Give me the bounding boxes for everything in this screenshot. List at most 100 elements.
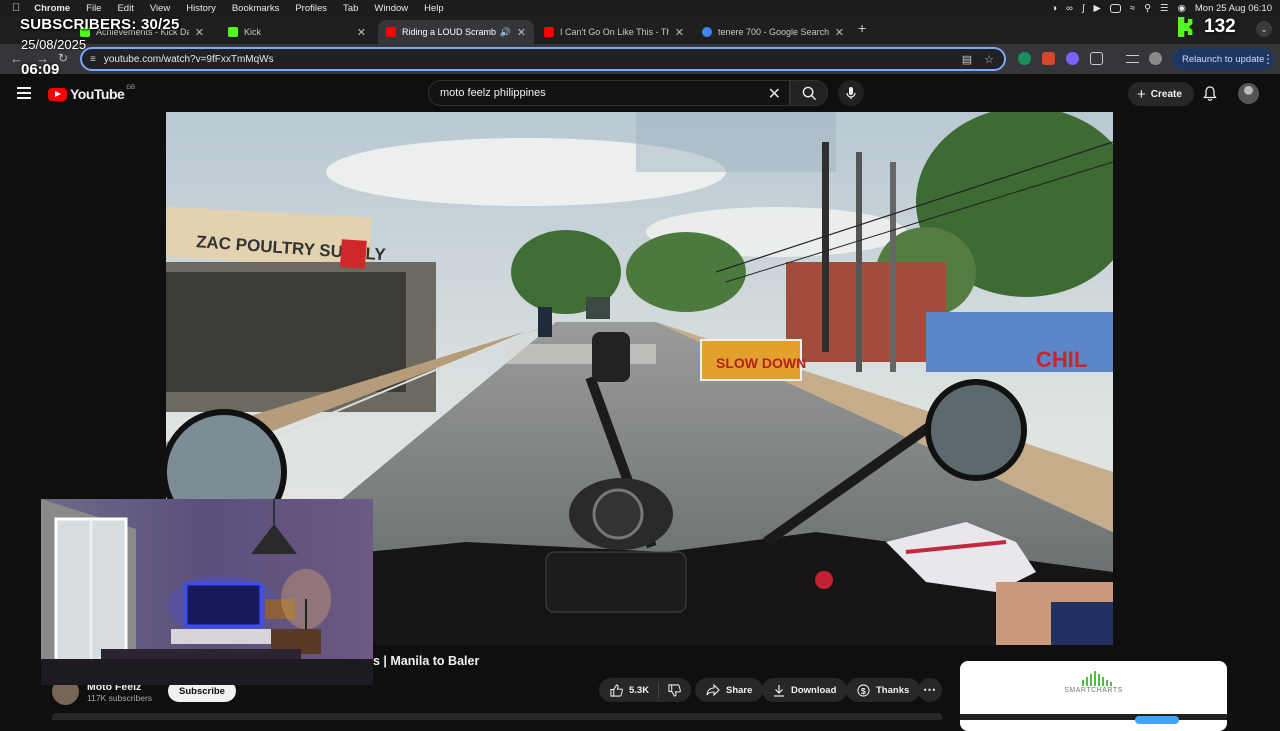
like-count: 5.3K: [629, 684, 650, 696]
thumbs-down-icon: [668, 683, 681, 697]
thanks-label: Thanks: [876, 684, 910, 696]
ad-footer: [960, 714, 1227, 724]
site-info-icon[interactable]: ≡: [90, 54, 96, 65]
thanks-button[interactable]: $ Thanks: [846, 678, 921, 702]
extension-icon[interactable]: [1042, 52, 1055, 65]
tab-close-icon[interactable]: ✕: [357, 26, 366, 39]
bookmark-star-icon[interactable]: ☆: [984, 53, 994, 66]
svg-text:$: $: [861, 685, 866, 695]
microphone-icon: [846, 87, 856, 99]
menu-profiles[interactable]: Profiles: [287, 3, 335, 14]
install-app-icon[interactable]: ▤: [962, 53, 972, 66]
tab-title: I Can't Go On Like This - The: [560, 27, 669, 37]
youtube-favicon-icon: [544, 27, 554, 37]
menu-edit[interactable]: Edit: [109, 3, 141, 14]
download-label: Download: [791, 684, 837, 696]
control-center-icon[interactable]: ☰: [1160, 3, 1169, 14]
date-overlay: 25/08/2025: [21, 37, 87, 52]
tab-close-icon[interactable]: ✕: [675, 26, 684, 39]
tab-strip: Achievements - Kick Dashbo ✕ Kick ✕ Ridi…: [0, 16, 1280, 44]
notifications-bell-icon[interactable]: [1203, 86, 1217, 101]
chrome-menu-icon[interactable]: ⋮: [1262, 52, 1274, 66]
tab-close-icon[interactable]: ✕: [195, 26, 204, 39]
search-box[interactable]: ✕: [428, 80, 790, 106]
voice-search-button[interactable]: [838, 80, 864, 106]
webcam-frame: [41, 499, 373, 685]
new-tab-icon[interactable]: +: [858, 20, 866, 36]
play-icon[interactable]: ▶: [1094, 3, 1101, 14]
url-text[interactable]: youtube.com/watch?v=9fFxxTmMqWs: [104, 54, 962, 65]
like-button[interactable]: 5.3K: [599, 682, 660, 698]
google-favicon-icon: [702, 27, 712, 37]
description-box[interactable]: [52, 713, 942, 720]
speaker-icon[interactable]: 🔊: [500, 27, 511, 38]
tab-riding-scrambler[interactable]: Riding a LOUD Scrambler 🔊 ✕: [378, 20, 534, 44]
menu-bookmarks[interactable]: Bookmarks: [224, 3, 288, 14]
link-icon[interactable]: ∞: [1066, 3, 1073, 14]
share-label: Share: [726, 684, 753, 696]
menu-tab[interactable]: Tab: [335, 3, 366, 14]
menu-file[interactable]: File: [78, 3, 109, 14]
menu-app-name[interactable]: Chrome: [26, 3, 78, 14]
account-avatar[interactable]: [1238, 83, 1259, 104]
extensions-puzzle-icon[interactable]: [1090, 52, 1103, 65]
grammarly-extension-icon[interactable]: [1018, 52, 1031, 65]
share-icon: [706, 684, 720, 696]
tab-kick[interactable]: Kick ✕: [220, 20, 374, 44]
smartcharts-logo-icon: [1082, 671, 1112, 686]
channel-subscriber-count: 117K subscribers: [87, 693, 153, 703]
extension-icon[interactable]: [1066, 52, 1079, 65]
focus-icon[interactable]: ◑: [1051, 3, 1057, 14]
download-icon: [774, 684, 784, 697]
more-dots-icon: ⋯: [923, 682, 937, 697]
wifi-icon[interactable]: ≈: [1130, 3, 1135, 14]
reading-list-icon[interactable]: [1126, 55, 1139, 63]
road-sign-text: SLOW DOWN: [716, 355, 806, 371]
menu-view[interactable]: View: [142, 3, 178, 14]
tab-cant-go-on[interactable]: I Can't Go On Like This - The ✕: [536, 20, 692, 44]
ad-card[interactable]: SMARTCHARTS: [960, 661, 1227, 731]
address-bar[interactable]: ≡ youtube.com/watch?v=9fFxxTmMqWs ▤ ☆: [80, 47, 1006, 71]
bluetooth-icon[interactable]: ∫: [1082, 3, 1085, 14]
tab-close-icon[interactable]: ✕: [517, 26, 526, 39]
spotlight-icon[interactable]: ⚲: [1144, 3, 1151, 14]
relaunch-button[interactable]: Relaunch to update: [1172, 48, 1275, 70]
webcam-overlay: [41, 499, 373, 685]
menu-window[interactable]: Window: [366, 3, 416, 14]
like-dislike-bar: 5.3K: [599, 678, 692, 702]
menubar-clock[interactable]: Mon 25 Aug 06:10: [1195, 3, 1272, 14]
ad-cta-button[interactable]: [1135, 716, 1179, 724]
download-button[interactable]: Download: [762, 678, 848, 702]
profile-avatar-icon[interactable]: [1149, 52, 1162, 65]
share-button[interactable]: Share: [695, 678, 764, 702]
battery-icon[interactable]: [1109, 3, 1121, 13]
more-actions-button[interactable]: ⋯: [918, 678, 942, 702]
tab-close-icon[interactable]: ✕: [835, 26, 844, 39]
plus-icon: +: [1137, 85, 1146, 103]
search-button[interactable]: [790, 80, 828, 106]
create-button[interactable]: + Create: [1128, 82, 1194, 106]
siri-icon[interactable]: ◉: [1178, 3, 1186, 14]
tab-google-search[interactable]: tenere 700 - Google Search ✕: [694, 20, 852, 44]
menu-history[interactable]: History: [178, 3, 224, 14]
video-title: s | Manila to Baler: [373, 654, 480, 668]
clear-search-icon[interactable]: ✕: [768, 84, 781, 104]
youtube-favicon-icon: [386, 27, 396, 37]
country-code: GB: [126, 85, 135, 91]
kick-favicon-icon: [228, 27, 238, 37]
youtube-masthead: YouTube GB ✕ + Create: [0, 74, 1280, 112]
clock-overlay: 06:09: [21, 61, 60, 78]
search-input[interactable]: [429, 87, 749, 99]
kick-viewer-overlay: 132: [1178, 16, 1236, 38]
youtube-logo[interactable]: YouTube GB: [48, 85, 135, 102]
youtube-play-icon: [48, 87, 67, 101]
kick-viewer-count: 132: [1204, 16, 1236, 37]
dislike-button[interactable]: [659, 683, 691, 697]
tab-search-icon[interactable]: ⌄: [1256, 21, 1272, 37]
kick-logo-icon: [1178, 17, 1193, 37]
subscriber-goal-overlay: SUBSCRIBERS: 30/25: [20, 16, 180, 33]
apple-menu-icon[interactable]: : [0, 2, 26, 14]
hamburger-menu-icon[interactable]: [17, 87, 31, 99]
menu-help[interactable]: Help: [416, 3, 452, 14]
reload-icon[interactable]: ↻: [58, 51, 68, 65]
